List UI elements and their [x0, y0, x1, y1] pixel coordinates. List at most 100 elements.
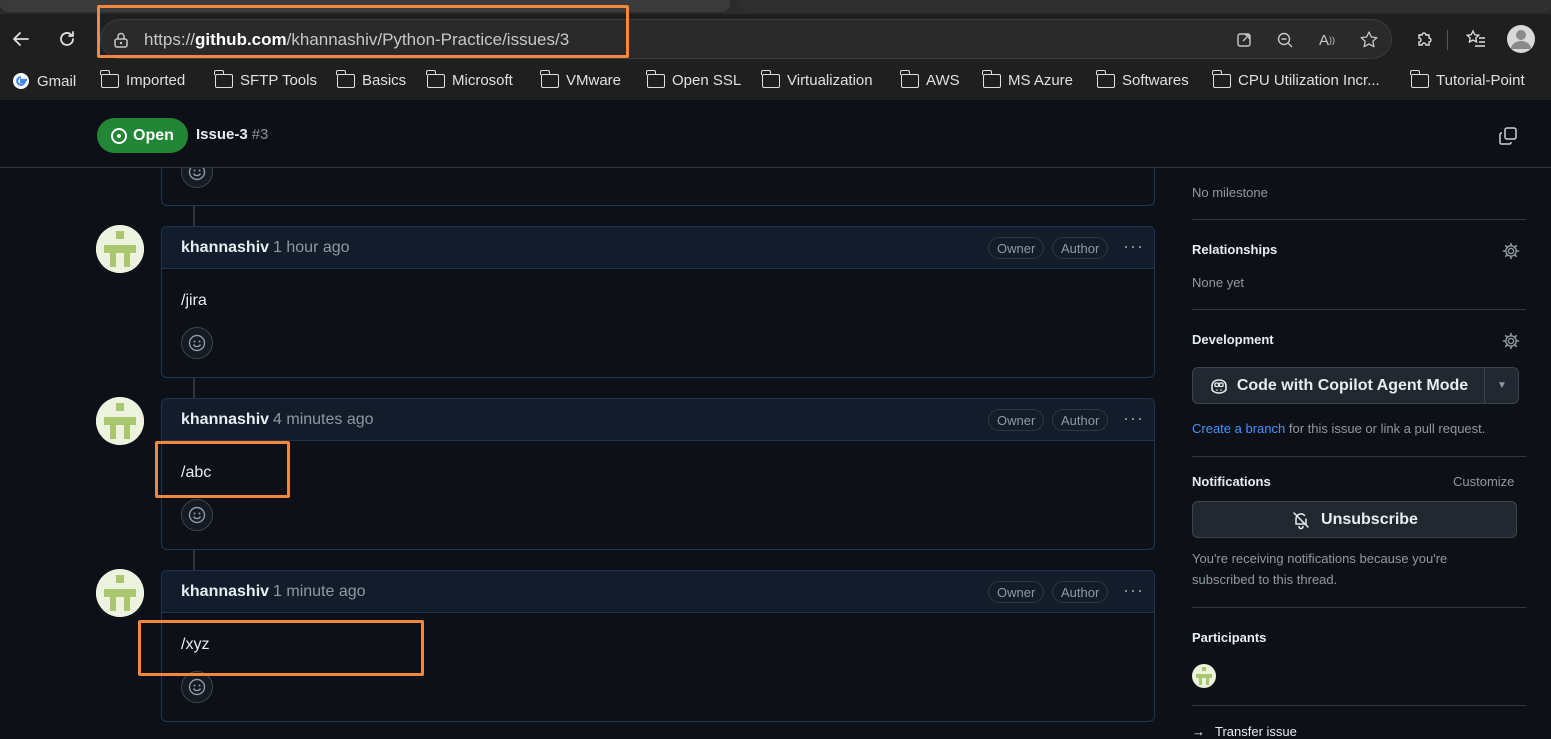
unsubscribe-button[interactable]: Unsubscribe [1192, 501, 1517, 538]
folder-icon [1410, 69, 1429, 88]
comment-header: khannashiv 4 minutes ago Owner Author ··· [162, 399, 1154, 441]
bell-slash-icon [1293, 511, 1309, 529]
bookmark-imported[interactable]: Imported [100, 69, 186, 89]
bookmark-label: VMware [566, 72, 622, 89]
comment-timestamp[interactable]: 1 minute ago [273, 583, 366, 600]
comment-timestamp[interactable]: 4 minutes ago [273, 411, 374, 428]
bookmark-tutorial-point[interactable]: Tutorial-Point [1410, 69, 1525, 89]
notifications-reason-line1: You're receiving notifications because y… [1192, 551, 1448, 566]
avatar[interactable] [96, 569, 144, 617]
copilot-button-label: Code with Copilot Agent Mode [1236, 376, 1469, 394]
author-link[interactable]: khannashiv [181, 583, 269, 600]
sidebar-divider [1192, 456, 1526, 457]
folder-icon [426, 69, 445, 88]
create-branch-rest: for this issue or link a pull request. [1285, 421, 1486, 436]
back-button[interactable] [6, 24, 36, 54]
issue-title-text: Issue-3 [196, 126, 248, 143]
refresh-button[interactable] [52, 24, 82, 54]
avatar[interactable] [96, 225, 144, 273]
add-reaction-button[interactable] [181, 499, 213, 531]
gear-icon[interactable] [1502, 332, 1520, 350]
bookmark-microsoft[interactable]: Microsoft [426, 69, 513, 89]
add-reaction-button[interactable] [181, 327, 213, 359]
folder-icon [214, 69, 233, 88]
folder-icon [336, 69, 355, 88]
bookmark-cpu-utilization[interactable]: CPU Utilization Incr... [1212, 69, 1380, 89]
copilot-dropdown-button[interactable]: ▼ [1486, 368, 1518, 403]
issue-page: khannashiv 1 hour ago Owner Author ··· /j… [0, 100, 1551, 739]
bookmark-open-ssl[interactable]: Open SSL [646, 69, 741, 89]
puzzle-icon [1418, 32, 1432, 46]
read-aloud-icon[interactable]: A)) [1317, 30, 1337, 50]
relationships-value: None yet [1192, 275, 1245, 290]
participant-avatar[interactable] [1192, 664, 1216, 688]
folder-icon [540, 69, 559, 88]
bookmark-label: Softwares [1122, 72, 1189, 89]
sticky-issue-header: Open Issue-3 #3 [0, 100, 1551, 168]
sidebar-divider [1192, 607, 1526, 608]
create-branch-link[interactable]: Create a branch [1192, 421, 1285, 436]
url-highlight-box [97, 5, 629, 58]
comment-header: khannashiv 1 minute ago Owner Author ··· [162, 571, 1154, 613]
bookmark-virtualization[interactable]: Virtualization [761, 69, 873, 89]
copilot-agent-button-group: Code with Copilot Agent Mode ▼ [1192, 367, 1519, 404]
comment-card: khannashiv 4 minutes ago Owner Author ···… [161, 398, 1155, 550]
comment-author: khannashiv 4 minutes ago [181, 411, 374, 429]
unsubscribe-label: Unsubscribe [1321, 510, 1418, 528]
open-in-app-icon[interactable] [1234, 30, 1254, 50]
comment-author: khannashiv 1 minute ago [181, 583, 366, 601]
bookmark-gmail[interactable]: Gmail [12, 72, 76, 90]
relationships-heading: Relationships [1192, 242, 1278, 257]
owner-badge: Owner [988, 581, 1045, 603]
author-badge: Author [1052, 581, 1109, 603]
comment-options-button[interactable]: ··· [1123, 580, 1144, 601]
gear-icon[interactable] [1502, 242, 1520, 260]
comment-header: khannashiv 1 hour ago Owner Author ··· [162, 227, 1154, 269]
issue-state-badge: Open [97, 118, 188, 153]
transfer-issue-label: Transfer issue [1215, 724, 1297, 739]
profile-button[interactable] [1506, 24, 1536, 54]
comment-timestamp[interactable]: 1 hour ago [273, 239, 350, 256]
bookmark-ms-azure[interactable]: MS Azure [982, 69, 1074, 89]
bookmark-label: Virtualization [787, 72, 873, 89]
bookmark-basics[interactable]: Basics [336, 69, 407, 89]
bookmark-sftp-tools[interactable]: SFTP Tools [214, 69, 317, 89]
bookmark-aws[interactable]: AWS [900, 69, 960, 89]
comment-options-button[interactable]: ··· [1123, 408, 1144, 429]
issue-opened-icon [111, 127, 128, 144]
bookmarks-bar: Gmail Imported SFTP Tools Basics Microso… [0, 66, 1551, 98]
avatar[interactable] [96, 397, 144, 445]
smiley-icon [188, 678, 206, 696]
code-with-copilot-button[interactable]: Code with Copilot Agent Mode [1193, 368, 1485, 403]
profile-avatar-icon [1507, 25, 1535, 53]
sidebar-divider [1192, 309, 1526, 310]
bookmark-label: Basics [362, 72, 407, 89]
copilot-icon [1211, 378, 1227, 394]
timeline-connector [193, 378, 195, 398]
browser-tab[interactable] [740, 0, 1551, 12]
transfer-issue-button[interactable]: → Transfer issue [1192, 724, 1297, 739]
favorites-button[interactable] [1461, 24, 1491, 54]
zoom-out-icon[interactable] [1275, 30, 1295, 50]
comment-options-button[interactable]: ··· [1123, 236, 1144, 257]
author-badge: Author [1052, 409, 1109, 431]
copy-icon[interactable] [1498, 126, 1518, 146]
bookmark-softwares[interactable]: Softwares [1096, 69, 1189, 89]
bookmark-label: MS Azure [1008, 72, 1074, 89]
bookmark-vmware[interactable]: VMware [540, 69, 622, 89]
author-badge: Author [1052, 237, 1109, 259]
extensions-button[interactable] [1410, 24, 1440, 54]
owner-badge: Owner [988, 409, 1045, 431]
bookmark-label: Imported [126, 72, 186, 89]
sidebar-divider [1192, 219, 1526, 220]
bookmark-label: AWS [926, 72, 960, 89]
refresh-icon [60, 31, 74, 46]
author-link[interactable]: khannashiv [181, 411, 269, 428]
bookmark-label: Microsoft [452, 72, 513, 89]
identicon-icon [96, 225, 144, 273]
author-link[interactable]: khannashiv [181, 239, 269, 256]
create-branch-text: Create a branch for this issue or link a… [1192, 421, 1485, 436]
notifications-reason-line2: subscribed to this thread. [1192, 572, 1338, 587]
customize-link[interactable]: Customize [1453, 474, 1514, 489]
favorite-star-icon[interactable] [1359, 30, 1379, 50]
